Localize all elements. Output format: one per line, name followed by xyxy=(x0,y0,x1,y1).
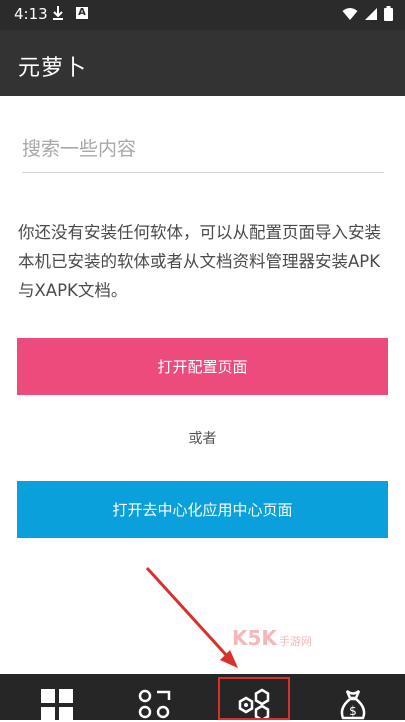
apps-grid-icon xyxy=(41,689,73,721)
money-bag-icon: $ xyxy=(340,689,366,720)
nav-tab-apps[interactable] xyxy=(22,674,92,721)
svg-text:$: $ xyxy=(349,704,357,718)
scan-icon xyxy=(138,689,171,719)
selected-tab-annotation-box xyxy=(218,677,290,720)
bottom-navigation-bar: $ xyxy=(0,674,405,722)
annotation-arrow xyxy=(145,566,238,668)
nav-tab-wallet[interactable]: $ xyxy=(318,674,388,720)
nav-tab-scan[interactable] xyxy=(120,674,190,720)
